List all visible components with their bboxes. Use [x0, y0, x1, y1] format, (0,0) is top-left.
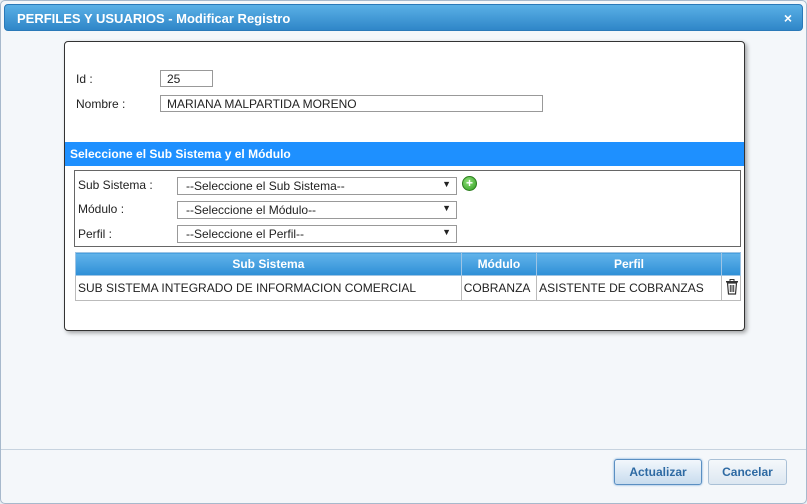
cell-actions — [720, 275, 742, 301]
cell-perfil: ASISTENTE DE COBRANZAS — [536, 275, 722, 301]
modulo-select-value: --Seleccione el Módulo-- — [186, 203, 317, 217]
title-bar[interactable]: PERFILES Y USUARIOS - Modificar Registro… — [4, 4, 803, 31]
chevron-down-icon: ▼ — [442, 227, 451, 237]
modulo-select[interactable]: --Seleccione el Módulo-- ▼ — [177, 201, 457, 219]
cancel-button[interactable]: Cancelar — [708, 459, 787, 485]
modal-dialog: PERFILES Y USUARIOS - Modificar Registro… — [0, 0, 807, 504]
modulo-label: Módulo : — [78, 202, 125, 216]
update-button[interactable]: Actualizar — [614, 459, 702, 485]
column-header-actions — [720, 252, 742, 276]
perfil-select[interactable]: --Seleccione el Perfil-- ▼ — [177, 225, 457, 243]
id-label: Id : — [76, 72, 93, 86]
id-field[interactable]: 25 — [160, 70, 213, 87]
form-panel: Id : 25 Nombre : MARIANA MALPARTIDA MORE… — [64, 41, 745, 331]
cell-subsistema: SUB SISTEMA INTEGRADO DE INFORMACION COM… — [75, 275, 462, 301]
table-row: SUB SISTEMA INTEGRADO DE INFORMACION COM… — [75, 275, 742, 301]
nombre-label: Nombre : — [76, 97, 126, 111]
chevron-down-icon: ▼ — [442, 179, 451, 189]
close-icon[interactable]: × — [784, 10, 792, 26]
column-header-perfil: Perfil — [536, 252, 722, 276]
subsistema-select[interactable]: --Seleccione el Sub Sistema-- ▼ — [177, 177, 457, 195]
nombre-field[interactable]: MARIANA MALPARTIDA MORENO — [160, 95, 543, 112]
trash-icon[interactable] — [725, 278, 738, 295]
selection-box: Sub Sistema : --Seleccione el Sub Sistem… — [74, 170, 741, 247]
section-header: Seleccione el Sub Sistema y el Módulo — [65, 142, 744, 166]
table-header-row: Sub Sistema Módulo Perfil — [75, 252, 742, 276]
cell-modulo: COBRANZA — [460, 275, 538, 301]
assignments-table: Sub Sistema Módulo Perfil SUB SISTEMA IN… — [75, 252, 742, 301]
dialog-title: PERFILES Y USUARIOS - Modificar Registro — [17, 11, 291, 26]
perfil-select-value: --Seleccione el Perfil-- — [186, 227, 305, 241]
subsistema-select-value: --Seleccione el Sub Sistema-- — [186, 179, 345, 193]
footer-divider — [1, 449, 806, 450]
chevron-down-icon: ▼ — [442, 203, 451, 213]
perfil-label: Perfil : — [78, 227, 113, 241]
column-header-modulo: Módulo — [460, 252, 538, 276]
column-header-subsistema: Sub Sistema — [75, 252, 462, 276]
subsistema-label: Sub Sistema : — [78, 178, 153, 192]
add-icon[interactable]: + — [462, 176, 477, 191]
